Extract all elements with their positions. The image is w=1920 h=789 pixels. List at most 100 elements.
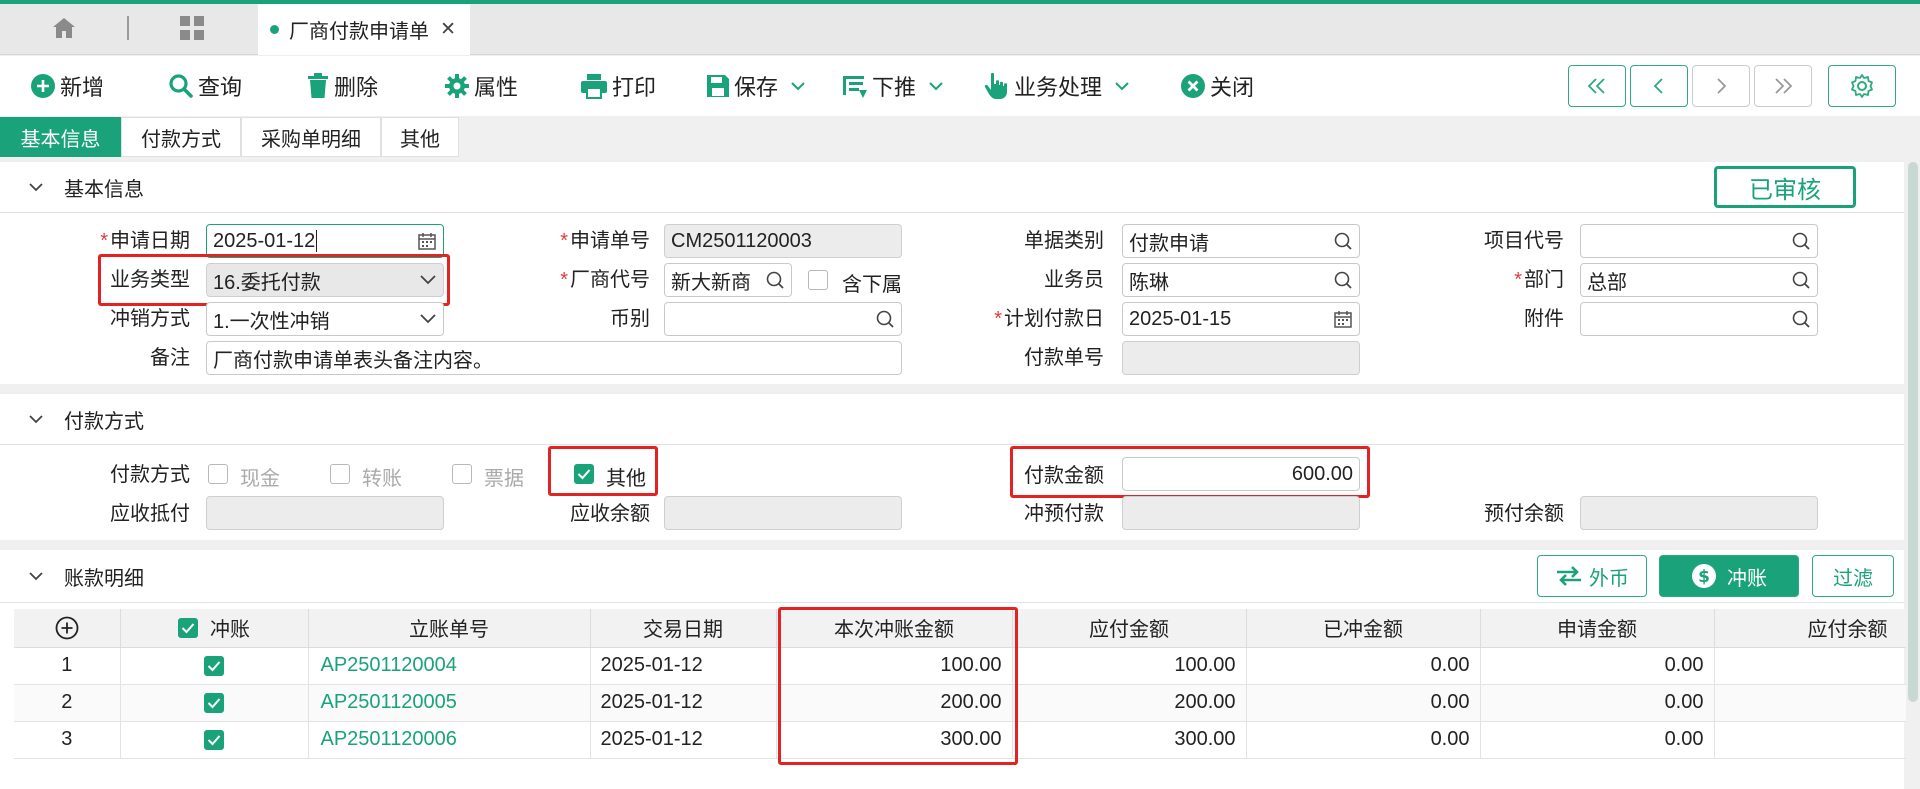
settings-gear-icon (1851, 74, 1873, 98)
pay-amount-input[interactable]: 600.00 (1122, 457, 1360, 491)
last-record-button[interactable] (1754, 65, 1812, 107)
col-ledger-no[interactable]: 立账单号 (308, 609, 591, 648)
row-checkbox[interactable] (204, 729, 224, 750)
checkmark-icon (577, 469, 591, 480)
chevron-right-icon (1717, 78, 1727, 94)
ledger-header[interactable]: 账款明细 (0, 551, 144, 601)
row-index: 3 (14, 721, 121, 759)
search-icon (1792, 232, 1810, 250)
row-index: 2 (14, 684, 121, 722)
tab-payment-method[interactable]: 付款方式 (121, 117, 241, 157)
offset-button[interactable]: $ 冲账 (1659, 555, 1799, 597)
previous-record-button[interactable] (1630, 65, 1688, 107)
currency-input[interactable] (664, 302, 902, 336)
payable-balance-cell (1714, 647, 1909, 685)
col-offset-done[interactable]: 已冲金额 (1246, 609, 1481, 648)
biz-type-select[interactable]: 16.委托付款 (206, 263, 444, 297)
transfer-checkbox[interactable] (330, 464, 350, 484)
row-checkbox-cell[interactable] (120, 684, 309, 722)
section-title: 基本信息 (64, 178, 144, 201)
push-down-button[interactable]: 下推 (842, 66, 948, 106)
dept-input[interactable]: 总部 (1580, 263, 1818, 297)
other-label: 其他 (606, 468, 646, 490)
save-button[interactable]: 保存 (706, 66, 810, 106)
basic-info-header[interactable]: 基本信息 (0, 162, 144, 212)
row-checkbox-cell[interactable] (120, 647, 309, 685)
bill-checkbox[interactable] (452, 464, 472, 484)
cash-checkbox[interactable] (208, 464, 228, 484)
foreign-currency-button[interactable]: 外币 (1537, 555, 1647, 597)
add-row-header[interactable] (14, 609, 121, 648)
add-button[interactable]: 新增 (30, 66, 104, 106)
col-apply-amount[interactable]: 申请金额 (1480, 609, 1715, 648)
active-dot (270, 24, 279, 34)
col-trade-date[interactable]: 交易日期 (590, 609, 777, 648)
scrollbar-thumb[interactable] (1908, 162, 1918, 702)
tab-basic-info[interactable]: 基本信息 (0, 117, 121, 157)
close-circle-icon (1181, 74, 1205, 98)
print-label: 打印 (612, 75, 657, 100)
ledger-no-link[interactable]: AP2501120006 (308, 721, 591, 759)
ledger-no-link[interactable]: AP2501120005 (308, 684, 591, 722)
apply-no-label: * 申请单号 (560, 230, 650, 252)
apply-amount-cell: 0.00 (1480, 647, 1715, 685)
col-offset-header[interactable]: 冲账 (120, 609, 309, 648)
divider (0, 212, 1904, 213)
tab-vendor-payment-request[interactable]: 厂商付款申请单 ✕ (258, 4, 470, 55)
section-title: 付款方式 (64, 410, 144, 433)
salesman-input[interactable]: 陈琳 (1122, 263, 1360, 297)
chevron-down-icon (791, 82, 805, 91)
salesman-label: 业务员 (1044, 269, 1104, 291)
col-label: 冲账 (210, 619, 250, 642)
attribute-button[interactable]: 属性 (444, 66, 518, 106)
project-code-input[interactable] (1580, 224, 1818, 258)
row-checkbox-cell[interactable] (120, 721, 309, 759)
row-checkbox[interactable] (204, 655, 224, 676)
apply-date-input[interactable]: 2025-01-12 (206, 224, 444, 258)
close-tab-icon[interactable]: ✕ (440, 18, 456, 41)
business-process-button[interactable]: 业务处理 (984, 66, 1134, 106)
svg-text:$: $ (1698, 567, 1710, 587)
col-label: 应付余额 (1807, 619, 1888, 642)
remark-input[interactable]: 厂商付款申请单表头备注内容。 (206, 341, 902, 375)
print-button[interactable]: 打印 (580, 66, 656, 106)
close-button[interactable]: 关闭 (1180, 66, 1254, 106)
currency-label: 币别 (610, 308, 650, 330)
include-sub-checkbox[interactable] (808, 270, 828, 290)
query-button[interactable]: 查询 (168, 66, 242, 106)
vendor-code-input[interactable]: 新大新商 (664, 263, 792, 297)
delete-label: 删除 (334, 75, 379, 100)
apps-grid-icon[interactable] (166, 10, 218, 46)
tab-purchase-detail[interactable]: 采购单明细 (241, 117, 381, 157)
offset-done-cell: 0.00 (1246, 684, 1481, 722)
first-record-button[interactable] (1568, 65, 1626, 107)
ledger-no-link[interactable]: AP2501120004 (308, 647, 591, 685)
tab-other[interactable]: 其他 (381, 117, 459, 157)
next-record-button[interactable] (1692, 65, 1750, 107)
select-all-checkbox[interactable] (178, 617, 198, 638)
chevron-down-icon (420, 275, 436, 285)
row-checkbox[interactable] (204, 692, 224, 713)
prepay-balance-label: 预付余额 (1484, 503, 1564, 525)
pay-method-label: 付款方式 (110, 464, 190, 486)
divider (0, 602, 1904, 603)
floppy-disk-icon (707, 75, 729, 97)
other-checkbox[interactable] (574, 464, 594, 484)
plan-pay-date-input[interactable]: 2025-01-15 (1122, 302, 1360, 336)
col-payable[interactable]: 应付金额 (1012, 609, 1247, 648)
settings-button[interactable] (1828, 65, 1896, 107)
filter-button[interactable]: 过滤 (1812, 555, 1894, 597)
attachment-input[interactable] (1580, 302, 1818, 336)
delete-button[interactable]: 删除 (306, 66, 378, 106)
calendar-icon (1334, 311, 1352, 328)
query-label: 查询 (198, 75, 243, 100)
gear-icon (445, 74, 469, 98)
home-icon[interactable] (38, 10, 90, 46)
doc-type-input[interactable]: 付款申请 (1122, 224, 1360, 258)
col-payable-balance[interactable]: 应付余额 (1714, 609, 1909, 648)
payment-method-header[interactable]: 付款方式 (0, 394, 144, 444)
offset-method-select[interactable]: 1.一次性冲销 (206, 302, 444, 336)
save-label: 保存 (734, 75, 779, 100)
foreign-currency-label: 外币 (1589, 567, 1629, 590)
hand-pointer-icon (984, 72, 1007, 99)
